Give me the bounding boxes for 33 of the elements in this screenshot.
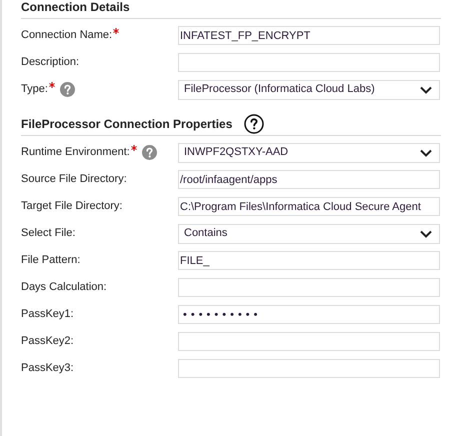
password-field[interactable]: •••••••••• <box>178 305 440 324</box>
password-field[interactable] <box>178 332 440 351</box>
help-icon[interactable] <box>244 114 264 134</box>
select-field[interactable]: Contains <box>178 224 440 244</box>
section-heading: Connection Details <box>21 0 130 16</box>
field-label: Runtime Environment: <box>21 145 130 160</box>
input-field[interactable] <box>178 53 440 72</box>
select-field[interactable]: INWPF2QSTXY-AAD <box>178 142 440 162</box>
chevron-down-icon <box>420 230 432 238</box>
required-icon <box>113 28 120 34</box>
field-label: Source File Directory: <box>21 172 127 188</box>
field-label: Days Calculation: <box>21 280 107 296</box>
field-label: PassKey3: <box>21 361 74 376</box>
select-field[interactable]: FileProcessor (Informatica Cloud Labs) <box>178 80 440 100</box>
input-field[interactable] <box>178 278 440 297</box>
chevron-down-icon <box>420 148 432 156</box>
field-label: Select File: <box>21 226 76 242</box>
field-label: Target File Directory: <box>21 199 122 214</box>
field-label: Type: <box>21 82 48 98</box>
field-label: PassKey2: <box>21 334 74 350</box>
password-field[interactable] <box>178 359 440 378</box>
section-heading: FileProcessor Connection Properties <box>21 116 232 132</box>
input-field[interactable]: C:\Program Files\Informatica Cloud Secure Agent <box>178 197 440 216</box>
required-icon <box>130 145 137 152</box>
input-field[interactable]: INFATEST_FP_ENCRYPT <box>178 26 440 45</box>
field-label: Description: <box>21 55 80 70</box>
input-field[interactable]: /root/infaagent/apps <box>178 170 440 189</box>
required-icon <box>48 82 55 88</box>
input-field[interactable]: FILE_ <box>178 251 440 270</box>
field-label: Connection Name: <box>21 28 112 44</box>
chevron-down-icon <box>420 86 432 94</box>
field-label: PassKey1: <box>21 307 74 322</box>
field-label: File Pattern: <box>21 253 80 268</box>
